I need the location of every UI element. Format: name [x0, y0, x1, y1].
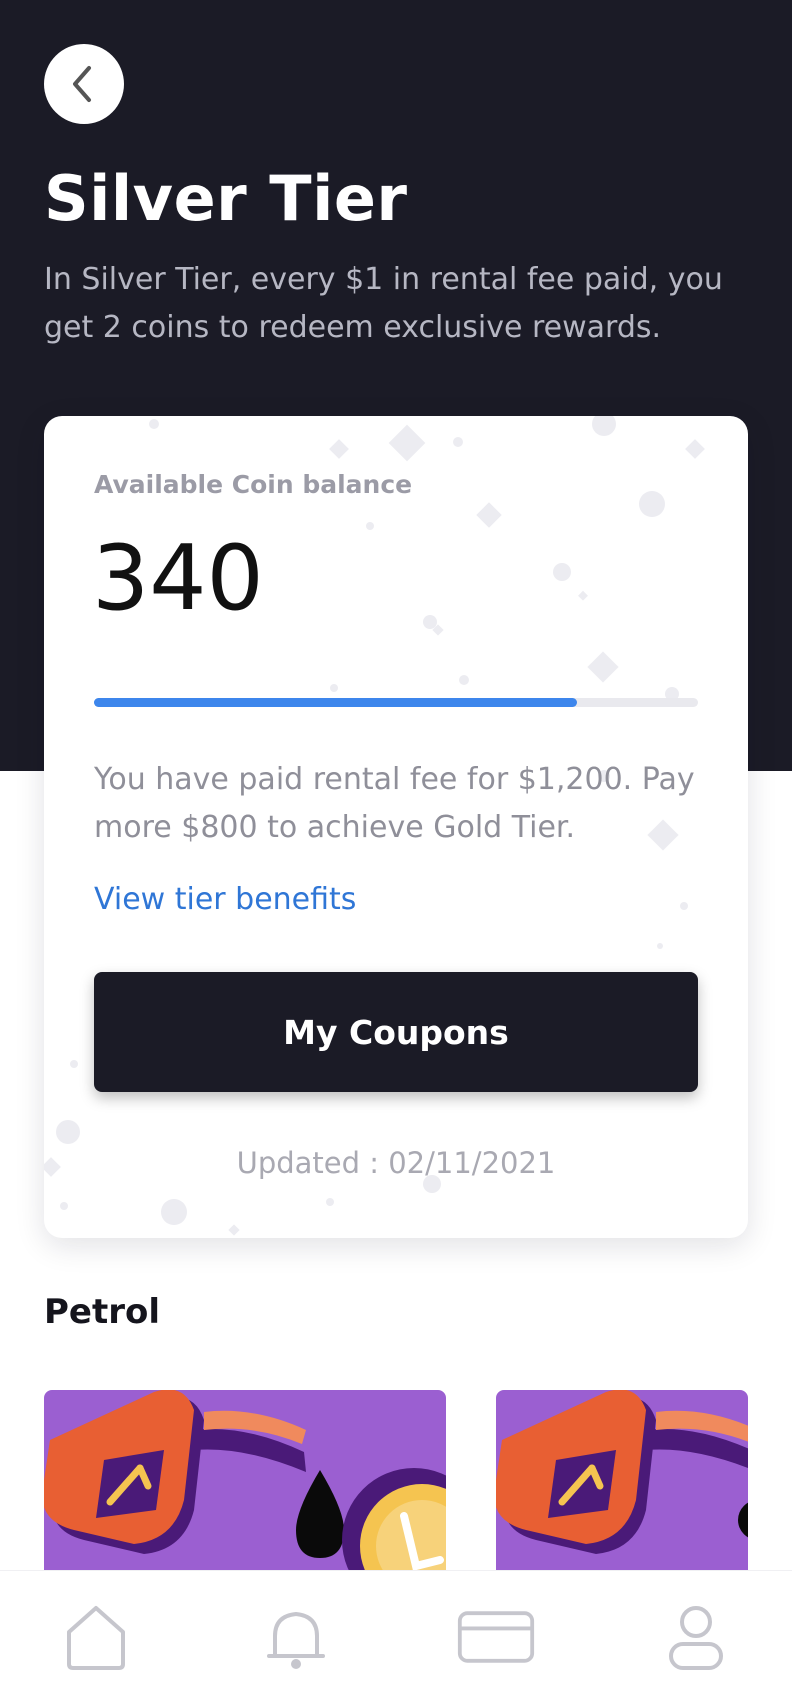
tab-notifications[interactable]	[256, 1597, 336, 1677]
my-coupons-button[interactable]: My Coupons	[94, 972, 698, 1092]
page-title: Silver Tier	[44, 162, 408, 235]
bottom-tab-bar	[0, 1570, 792, 1707]
petrol-promo-card-2[interactable]	[496, 1390, 748, 1580]
coin-balance-label: Available Coin balance	[94, 470, 413, 499]
back-button[interactable]	[44, 44, 124, 124]
petrol-promo-card[interactable]	[44, 1390, 446, 1580]
coin-balance-card: Available Coin balance 340 You have paid…	[44, 416, 748, 1238]
updated-timestamp: Updated : 02/11/2021	[236, 1146, 556, 1180]
coin-balance-value: 340	[92, 526, 264, 631]
tier-description: In Silver Tier, every $1 in rental fee p…	[44, 262, 723, 345]
home-icon	[67, 1606, 125, 1670]
fuel-pump-illustration-2	[496, 1390, 748, 1554]
section-title-petrol: Petrol	[44, 1292, 161, 1332]
view-tier-benefits-link[interactable]: View tier benefits	[94, 882, 356, 917]
tab-payments[interactable]	[456, 1597, 536, 1677]
tier-progress-fill	[94, 698, 578, 707]
card-icon	[457, 1611, 535, 1663]
profile-icon	[669, 1606, 723, 1670]
tab-profile[interactable]	[656, 1597, 736, 1677]
tab-home[interactable]	[56, 1597, 136, 1677]
bell-icon	[267, 1612, 325, 1669]
chevron-left-icon	[73, 66, 91, 102]
fuel-pump-illustration	[44, 1390, 446, 1580]
tier-progress-bar	[94, 698, 698, 707]
rental-progress-text: You have paid rental fee for $1,200. Pay…	[94, 762, 695, 845]
